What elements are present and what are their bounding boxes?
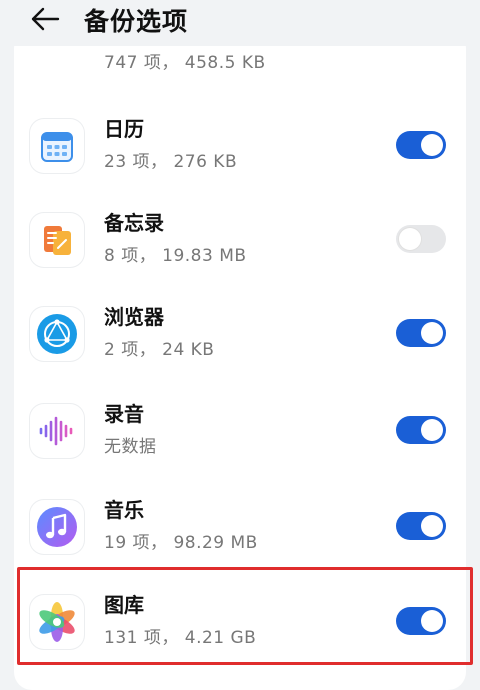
recorder-toggle[interactable] bbox=[396, 416, 446, 444]
top-bar: 备份选项 bbox=[0, 0, 480, 46]
item-sub: 23 项， 276 KB bbox=[104, 152, 238, 172]
calendar-toggle[interactable] bbox=[396, 131, 446, 159]
page-title: 备份选项 bbox=[84, 7, 189, 36]
music-icon bbox=[30, 500, 84, 554]
item-name: 图库 bbox=[104, 593, 144, 617]
browser-icon bbox=[30, 307, 84, 361]
toggle-knob bbox=[421, 134, 443, 156]
gallery-toggle[interactable] bbox=[396, 607, 446, 635]
item-sub: 无数据 bbox=[104, 437, 157, 457]
toggle-knob bbox=[421, 419, 443, 441]
item-sub: 747 项， 458.5 KB bbox=[104, 53, 266, 73]
item-sub: 8 项， 19.83 MB bbox=[104, 246, 247, 266]
item-name: 音乐 bbox=[104, 498, 144, 522]
calendar-icon bbox=[30, 119, 84, 173]
list-item-calendar[interactable]: 日历 23 项， 276 KB bbox=[14, 99, 466, 195]
toggle-knob bbox=[421, 610, 443, 632]
recorder-icon bbox=[30, 404, 84, 458]
list-item-recorder[interactable]: 录音 无数据 bbox=[14, 384, 466, 480]
list-item-music[interactable]: 音乐 19 项， 98.29 MB bbox=[14, 480, 466, 576]
item-sub: 2 项， 24 KB bbox=[104, 340, 215, 360]
list-item-notes[interactable]: 备忘录 8 项， 19.83 MB bbox=[14, 193, 466, 289]
item-sub: 19 项， 98.29 MB bbox=[104, 533, 258, 553]
list-item-gallery[interactable]: 图库 131 项， 4.21 GB bbox=[14, 575, 466, 671]
music-toggle[interactable] bbox=[396, 512, 446, 540]
gallery-icon bbox=[30, 595, 84, 649]
toggle-knob bbox=[421, 515, 443, 537]
back-arrow-icon[interactable] bbox=[28, 4, 62, 34]
list-item-browser[interactable]: 浏览器 2 项， 24 KB bbox=[14, 287, 466, 383]
item-name: 日历 bbox=[104, 117, 144, 141]
item-name: 浏览器 bbox=[104, 305, 164, 329]
toggle-knob bbox=[421, 322, 443, 344]
item-name: 录音 bbox=[104, 402, 144, 426]
browser-toggle[interactable] bbox=[396, 319, 446, 347]
item-name: 备忘录 bbox=[104, 211, 164, 235]
notes-icon bbox=[30, 213, 84, 267]
toggle-knob bbox=[399, 228, 421, 250]
item-sub: 131 项， 4.21 GB bbox=[104, 628, 257, 648]
notes-toggle[interactable] bbox=[396, 225, 446, 253]
